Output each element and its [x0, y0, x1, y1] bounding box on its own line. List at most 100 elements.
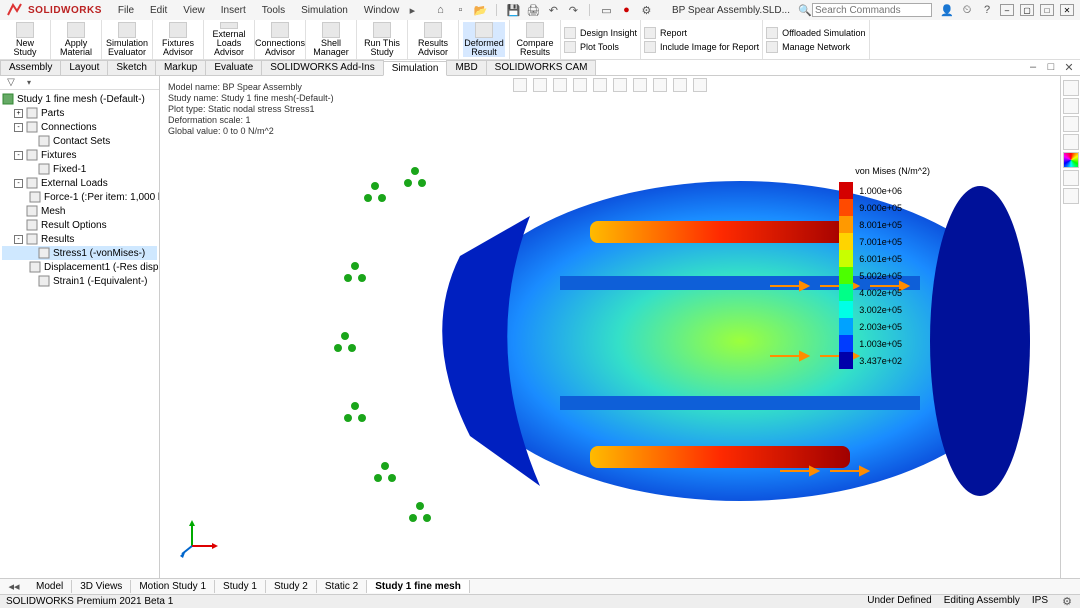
menu-expand-icon[interactable]: ▸ — [405, 3, 419, 17]
tree-item-force-1[interactable]: Force-1 (:Per item: 1,000 lbf:) — [2, 190, 157, 204]
ribbon-results[interactable]: ResultsAdvisor — [412, 22, 454, 57]
graphics-viewport[interactable]: Model name: BP Spear AssemblyStudy name:… — [160, 76, 1060, 578]
scene-icon[interactable] — [673, 78, 687, 92]
open-icon[interactable]: 📂 — [473, 3, 487, 17]
menu-simulation[interactable]: Simulation — [295, 3, 354, 18]
tree-item-strain1[interactable]: Strain1 (-Equivalent-) — [2, 274, 157, 288]
menu-edit[interactable]: Edit — [144, 3, 173, 18]
ribbon-design-insight[interactable]: Design Insight — [564, 26, 637, 40]
ribbon-shell[interactable]: ShellManager — [310, 22, 352, 57]
restore-button[interactable]: ▢ — [1020, 4, 1034, 16]
print-icon[interactable]: 🖨 — [526, 3, 540, 17]
ribbon-run-this[interactable]: Run ThisStudy — [361, 22, 403, 57]
save-icon[interactable]: 💾 — [506, 3, 520, 17]
menu-insert[interactable]: Insert — [215, 3, 252, 18]
tree-toggle-icon[interactable]: + — [14, 109, 23, 118]
study-tab-study-2[interactable]: Study 2 — [266, 580, 317, 593]
rebuild-icon[interactable]: ● — [619, 3, 633, 17]
ribbon-compare[interactable]: CompareResults — [514, 22, 556, 57]
ribbon-manage-network[interactable]: Manage Network — [766, 40, 865, 54]
close-button[interactable]: ✕ — [1060, 4, 1074, 16]
study-tab-static-2[interactable]: Static 2 — [317, 580, 367, 593]
menu-view[interactable]: View — [177, 3, 211, 18]
notifications-icon[interactable]: ⏲ — [960, 3, 974, 17]
study-tab-study-1-fine-mesh[interactable]: Study 1 fine mesh — [367, 580, 470, 593]
tab-assembly[interactable]: Assembly — [0, 60, 61, 75]
select-icon[interactable]: ▭ — [599, 3, 613, 17]
tree-toggle-icon[interactable]: - — [14, 123, 23, 132]
ribbon-connections[interactable]: ConnectionsAdvisor — [259, 22, 301, 57]
menu-file[interactable]: File — [112, 3, 140, 18]
minimize-button[interactable]: – — [1000, 4, 1014, 16]
ribbon-simulation[interactable]: SimulationEvaluator — [106, 22, 148, 57]
view-palette-icon[interactable] — [1063, 134, 1079, 150]
ribbon-offloaded-simulation[interactable]: Offloaded Simulation — [766, 26, 865, 40]
tree-root[interactable]: Study 1 fine mesh (-Default-) — [2, 92, 157, 106]
ribbon-apply[interactable]: ApplyMaterial — [55, 22, 97, 57]
file-explorer-icon[interactable] — [1063, 116, 1079, 132]
tree-item-results[interactable]: -Results — [2, 232, 157, 246]
tree-toggle-icon[interactable]: - — [14, 151, 23, 160]
tab-sketch[interactable]: Sketch — [107, 60, 156, 75]
new-icon[interactable]: ▫ — [453, 3, 467, 17]
tree-item-result[interactable]: Result Options — [2, 218, 157, 232]
tree-item-parts[interactable]: +Parts — [2, 106, 157, 120]
tab-markup[interactable]: Markup — [155, 60, 206, 75]
tab-solidworks-add-ins[interactable]: SOLIDWORKS Add-Ins — [261, 60, 383, 75]
tree-item-external[interactable]: -External Loads — [2, 176, 157, 190]
custom-props-icon[interactable] — [1063, 170, 1079, 186]
zoom-area-icon[interactable] — [533, 78, 547, 92]
appearance-icon[interactable] — [653, 78, 667, 92]
tab-evaluate[interactable]: Evaluate — [205, 60, 262, 75]
ribbon-report[interactable]: Report — [644, 26, 759, 40]
tree-dropdown-icon[interactable]: ▾ — [22, 76, 36, 90]
ribbon-new[interactable]: NewStudy — [4, 22, 46, 57]
study-tab-study-1[interactable]: Study 1 — [215, 580, 266, 593]
tree-item-fixtures[interactable]: -Fixtures — [2, 148, 157, 162]
ribbon-deformed[interactable]: DeformedResult — [463, 22, 505, 57]
tree-item-fixed-1[interactable]: Fixed-1 — [2, 162, 157, 176]
view-settings-icon[interactable] — [693, 78, 707, 92]
view-orient-icon[interactable] — [593, 78, 607, 92]
doc-restore-icon[interactable]: □ — [1044, 60, 1058, 74]
tree-item-mesh[interactable]: Mesh — [2, 204, 157, 218]
maximize-button[interactable]: □ — [1040, 4, 1054, 16]
prev-view-icon[interactable] — [553, 78, 567, 92]
study-tab-motion-study-1[interactable]: Motion Study 1 — [131, 580, 215, 593]
login-icon[interactable]: 👤 — [940, 3, 954, 17]
status-settings-icon[interactable]: ⚙ — [1060, 595, 1074, 608]
display-style-icon[interactable] — [613, 78, 627, 92]
hide-show-icon[interactable] — [633, 78, 647, 92]
home-icon[interactable]: ⌂ — [433, 3, 447, 17]
tree-item-connections[interactable]: -Connections — [2, 120, 157, 134]
design-library-icon[interactable] — [1063, 98, 1079, 114]
doc-minimize-icon[interactable]: – — [1026, 60, 1040, 74]
tree-item-contact[interactable]: Contact Sets — [2, 134, 157, 148]
help-icon[interactable]: ? — [980, 3, 994, 17]
section-view-icon[interactable] — [573, 78, 587, 92]
forum-icon[interactable] — [1063, 188, 1079, 204]
appearances-icon[interactable] — [1063, 152, 1079, 168]
tab-simulation[interactable]: Simulation — [383, 61, 448, 76]
menu-window[interactable]: Window — [358, 3, 406, 18]
undo-icon[interactable]: ↶ — [546, 3, 560, 17]
tree-filter-icon[interactable]: ▽ — [4, 76, 18, 90]
tab-scroll-left-icon[interactable]: ◂◂ — [0, 580, 28, 594]
tab-mbd[interactable]: MBD — [446, 60, 486, 75]
zoom-fit-icon[interactable] — [513, 78, 527, 92]
options-icon[interactable]: ⚙ — [639, 3, 653, 17]
redo-icon[interactable]: ↷ — [566, 3, 580, 17]
resources-icon[interactable] — [1063, 80, 1079, 96]
command-search-input[interactable] — [812, 3, 932, 17]
tree-item-displacement1[interactable]: Displacement1 (-Res disp-) — [2, 260, 157, 274]
ribbon-plot-tools[interactable]: Plot Tools — [564, 40, 637, 54]
tree-toggle-icon[interactable]: - — [14, 235, 23, 244]
study-tab-3d-views[interactable]: 3D Views — [72, 580, 131, 593]
study-tab-model[interactable]: Model — [28, 580, 72, 593]
tab-solidworks-cam[interactable]: SOLIDWORKS CAM — [486, 60, 597, 75]
menu-tools[interactable]: Tools — [256, 3, 291, 18]
ribbon-fixtures[interactable]: FixturesAdvisor — [157, 22, 199, 57]
tree-toggle-icon[interactable]: - — [14, 179, 23, 188]
tab-layout[interactable]: Layout — [60, 60, 108, 75]
tree-item-stress1[interactable]: Stress1 (-vonMises-) — [2, 246, 157, 260]
